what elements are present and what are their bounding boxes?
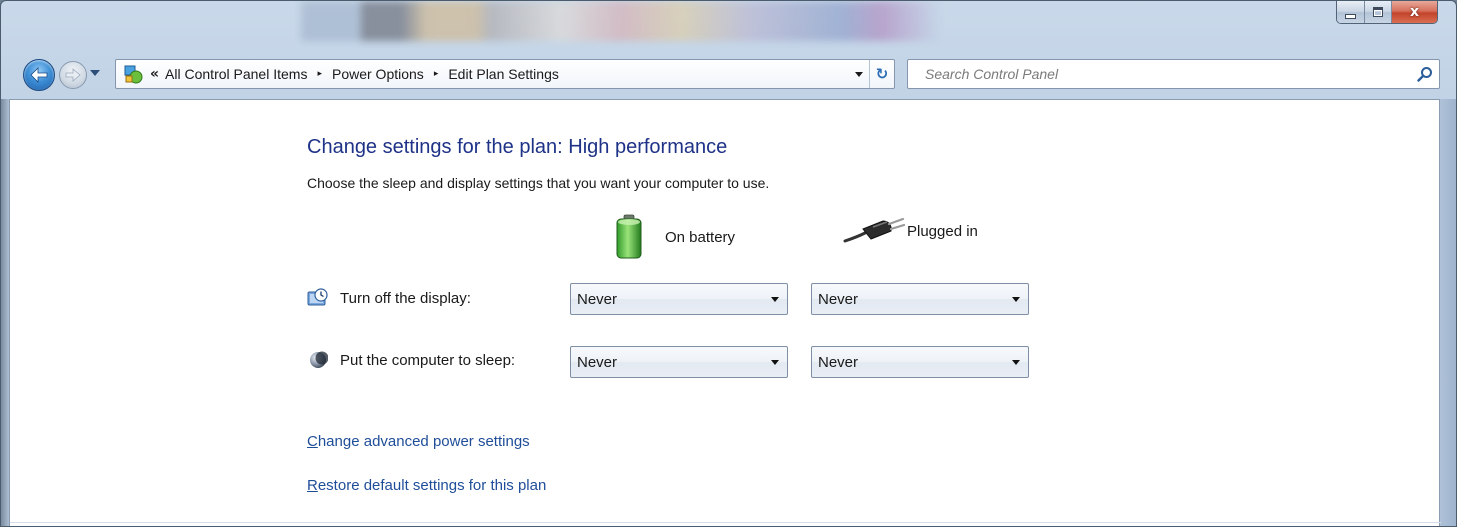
restore-default-settings-link[interactable]: Restore default settings for this plan [307,477,546,494]
setting-row-turn-off-display: Turn off the display: [306,286,471,310]
chevron-down-icon [855,71,863,77]
select-value: Never [577,290,618,308]
change-advanced-power-settings-link[interactable]: Change advanced power settings [307,433,530,450]
address-history-dropdown[interactable] [849,60,869,88]
chevron-down-icon [763,296,787,302]
window-right-border [1438,99,1456,526]
navigation-bar: « All Control Panel Items ▸ Power Option… [1,57,1456,93]
maximize-button[interactable] [1364,1,1391,23]
select-value: Never [577,353,618,371]
close-icon: x [1409,4,1420,20]
window-left-border [1,99,9,526]
recent-pages-dropdown[interactable] [90,70,100,76]
breadcrumb-edit-plan-settings[interactable]: Edit Plan Settings [448,66,559,82]
battery-icon [616,214,642,259]
sleep-plugged-in-select[interactable]: Never [811,346,1029,378]
page-subtitle: Choose the sleep and display settings th… [307,175,770,191]
title-bar-glass [301,1,941,41]
power-plug-icon [843,217,905,243]
caption-buttons: x [1336,1,1438,24]
close-button[interactable]: x [1391,1,1437,23]
chevron-down-icon [1004,359,1028,365]
setting-row-computer-sleep: Put the computer to sleep: [306,348,515,372]
search-input[interactable] [908,60,1411,88]
search-box[interactable] [907,59,1440,89]
display-clock-icon [306,286,330,310]
turn-off-display-label: Turn off the display: [340,289,471,307]
minimize-button[interactable] [1337,1,1364,23]
address-bar[interactable]: « All Control Panel Items ▸ Power Option… [115,59,895,89]
back-arrow-icon [30,67,48,83]
column-header-plugged-in: Plugged in [843,217,978,245]
search-button[interactable] [1411,66,1439,82]
breadcrumb-overflow-button[interactable]: « [150,66,159,82]
minimize-icon [1345,13,1356,19]
access-key-letter: R [307,477,318,494]
forward-button[interactable] [59,61,87,89]
breadcrumb-separator-arrow[interactable]: ▸ [434,69,439,79]
back-button[interactable] [23,59,55,91]
forward-arrow-icon [65,68,81,82]
search-icon [1417,67,1432,82]
column-header-on-battery: On battery [615,214,735,260]
chevron-down-icon [763,359,787,365]
maximize-icon [1373,7,1383,17]
control-panel-window: x « All Control Panel Items ▸ Power Opti… [0,0,1457,527]
page-title: Change settings for the plan: High perfo… [307,136,728,158]
access-key-letter: C [307,433,318,450]
computer-sleep-label: Put the computer to sleep: [340,351,516,369]
sleep-moon-icon [306,348,330,372]
content-divider [10,522,1441,523]
breadcrumb-all-control-panel-items[interactable]: All Control Panel Items [165,66,307,82]
chevron-down-icon [1004,296,1028,302]
content-pane: Change settings for the plan: High perfo… [9,99,1441,526]
link-text: estore default settings for this plan [317,477,547,494]
plugged-in-label: Plugged in [907,222,978,240]
link-text: hange advanced power settings [317,433,530,450]
select-value: Never [818,353,859,371]
display-off-plugged-in-select[interactable]: Never [811,283,1029,315]
refresh-button[interactable]: ↻ [869,60,894,88]
breadcrumb-power-options[interactable]: Power Options [332,66,424,82]
refresh-icon: ↻ [875,65,889,83]
breadcrumb-separator-arrow[interactable]: ▸ [317,69,322,79]
on-battery-label: On battery [665,228,736,246]
control-panel-icon [120,61,146,87]
sleep-on-battery-select[interactable]: Never [570,346,788,378]
select-value: Never [818,290,859,308]
display-off-on-battery-select[interactable]: Never [570,283,788,315]
